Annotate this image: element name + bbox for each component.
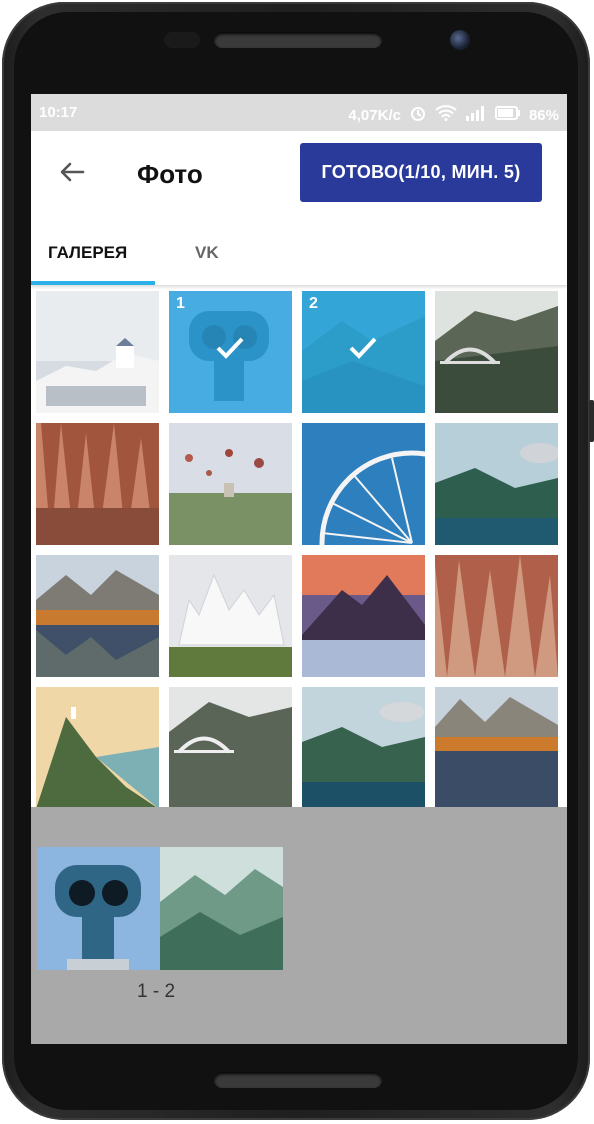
photo-thumbnail[interactable] <box>435 555 558 677</box>
selection-number: 1 <box>176 295 185 312</box>
photo-thumbnail[interactable] <box>36 687 159 809</box>
checkmark-icon <box>215 335 245 361</box>
proximity-sensor <box>164 32 200 48</box>
photo-thumbnail[interactable] <box>169 423 292 545</box>
tab-gallery[interactable]: ГАЛЕРЕЯ <box>48 243 127 263</box>
photo-thumbnail[interactable] <box>302 687 425 809</box>
photo-thumbnail[interactable] <box>36 291 159 413</box>
power-button <box>589 400 594 442</box>
alarm-icon <box>409 104 427 126</box>
battery-icon <box>494 106 521 124</box>
wifi-icon <box>435 105 457 125</box>
tab-bar: ГАЛЕРЕЯ VK <box>31 215 567 285</box>
photo-thumbnail[interactable] <box>36 423 159 545</box>
bottom-speaker <box>214 1072 382 1088</box>
network-speed: 4,07K/c <box>348 106 401 124</box>
checkmark-icon <box>348 335 378 361</box>
photo-thumbnail[interactable] <box>302 423 425 545</box>
status-right: 4,07K/c 86% <box>348 104 559 126</box>
photo-thumbnail[interactable] <box>435 687 558 809</box>
selected-photos-tray: 1 - 2 <box>31 807 567 1044</box>
page-title: Фото <box>137 159 203 189</box>
selected-photo-1[interactable] <box>37 847 160 970</box>
selection-number: 2 <box>309 295 318 312</box>
photo-thumbnail-selected[interactable]: 2 <box>302 291 425 413</box>
done-button[interactable]: ГОТОВО(1/10, МИН. 5) <box>300 143 542 202</box>
photo-thumbnail[interactable] <box>435 423 558 545</box>
photo-thumbnail[interactable] <box>302 555 425 677</box>
back-arrow-icon[interactable] <box>55 155 89 189</box>
status-time: 10:17 <box>39 104 78 121</box>
photo-thumbnail[interactable] <box>36 555 159 677</box>
selected-photo-2[interactable] <box>160 847 283 970</box>
selection-range-label: 1 - 2 <box>137 981 176 1002</box>
earpiece-speaker <box>214 32 382 48</box>
tab-indicator <box>31 281 155 285</box>
photo-thumbnail[interactable] <box>169 687 292 809</box>
front-camera <box>450 30 470 50</box>
photo-thumbnail[interactable] <box>435 291 558 413</box>
tab-vk[interactable]: VK <box>195 243 219 263</box>
app-bar: Фото ГОТОВО(1/10, МИН. 5) <box>31 131 567 215</box>
screen: 10:17 4,07K/c 86% Фото ГОТОВО(1/10, МИН.… <box>31 94 567 1044</box>
battery-level: 86% <box>528 106 559 124</box>
signal-icon <box>465 105 487 125</box>
status-bar: 10:17 4,07K/c 86% <box>31 94 567 131</box>
photo-thumbnail[interactable] <box>169 555 292 677</box>
photo-thumbnail-selected[interactable]: 1 <box>169 291 292 413</box>
